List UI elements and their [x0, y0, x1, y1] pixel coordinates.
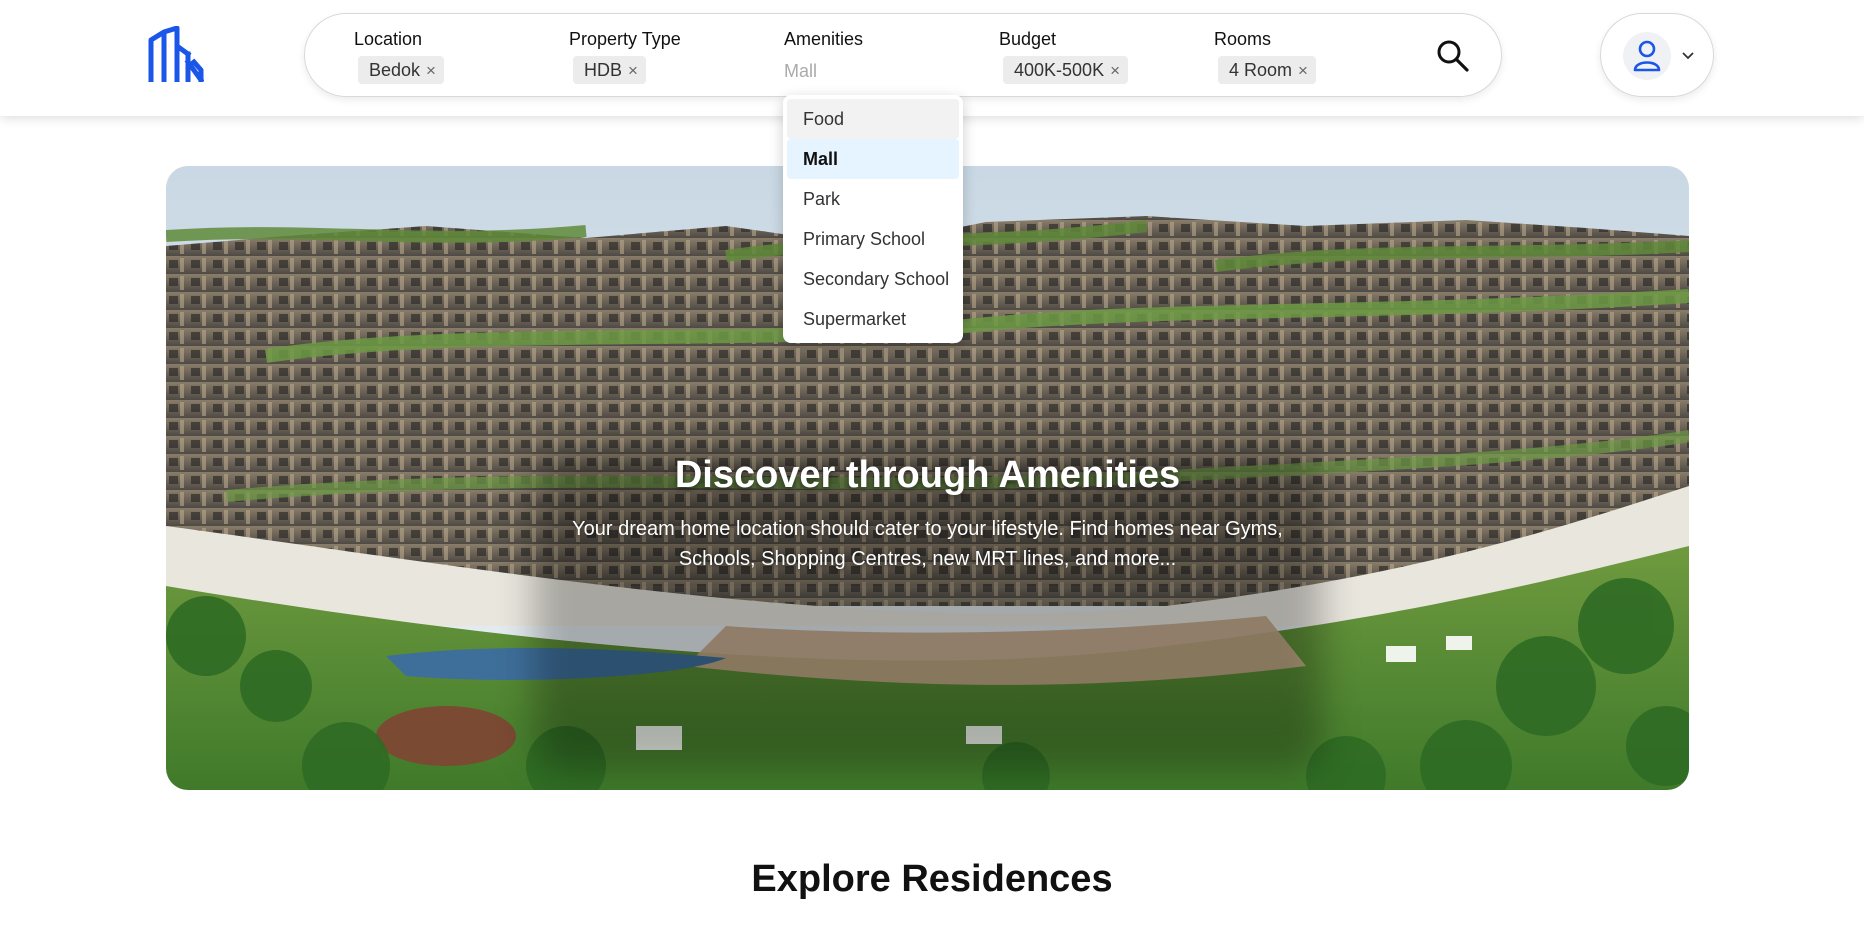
property-type-filter[interactable]: Property Type HDB ×: [569, 26, 681, 84]
rooms-filter[interactable]: Rooms 4 Room ×: [1214, 26, 1316, 84]
amenity-option-primary-school[interactable]: Primary School: [787, 219, 959, 259]
rooms-label: Rooms: [1214, 29, 1272, 49]
amenity-option-secondary-school[interactable]: Secondary School: [787, 259, 959, 299]
location-label: Location: [354, 29, 423, 49]
budget-label: Budget: [999, 29, 1057, 49]
amenities-label: Amenities: [784, 29, 864, 49]
amenity-option-mall[interactable]: Mall: [787, 139, 959, 179]
location-filter[interactable]: Location Bedok ×: [354, 26, 444, 84]
building-logo-icon[interactable]: [148, 26, 204, 82]
remove-rooms-icon[interactable]: ×: [1298, 62, 1308, 79]
location-chip: Bedok ×: [358, 56, 444, 84]
remove-location-icon[interactable]: ×: [426, 62, 436, 79]
profile-menu-button[interactable]: [1600, 13, 1714, 97]
location-chip-text: Bedok: [369, 59, 421, 80]
budget-chip: 400K-500K ×: [1003, 56, 1129, 84]
budget-chip-text: 400K-500K: [1014, 59, 1105, 80]
search-icon[interactable]: [1435, 38, 1471, 74]
amenities-filter[interactable]: Amenities Mall: [784, 26, 863, 84]
chevron-down-icon: [1682, 52, 1694, 60]
rooms-chip-text: 4 Room: [1229, 59, 1293, 80]
amenity-option-supermarket[interactable]: Supermarket: [787, 299, 959, 339]
remove-budget-icon[interactable]: ×: [1110, 62, 1120, 79]
property-type-label: Property Type: [569, 29, 681, 49]
hero-text-backdrop: [534, 450, 1322, 770]
property-type-chip: HDB ×: [573, 56, 646, 84]
avatar: [1623, 32, 1671, 80]
hero-subtitle: Your dream home location should cater to…: [572, 518, 1283, 570]
rooms-chip: 4 Room ×: [1218, 56, 1316, 84]
amenities-input[interactable]: Mall: [784, 58, 863, 84]
search-filter-bar: Location Bedok × Property Type HDB × Ame…: [304, 13, 1502, 97]
hero-title: Discover through Amenities: [674, 454, 1181, 496]
budget-filter[interactable]: Budget 400K-500K ×: [999, 26, 1129, 84]
amenity-option-park[interactable]: Park: [787, 179, 959, 219]
amenity-option-food[interactable]: Food: [787, 99, 959, 139]
explore-residences-heading: Explore Residences: [751, 858, 1113, 900]
amenities-dropdown: Food Mall Park Primary School Secondary …: [783, 95, 963, 343]
property-type-chip-text: HDB: [584, 59, 623, 80]
remove-property-type-icon[interactable]: ×: [628, 62, 638, 79]
user-icon: [1633, 40, 1661, 72]
